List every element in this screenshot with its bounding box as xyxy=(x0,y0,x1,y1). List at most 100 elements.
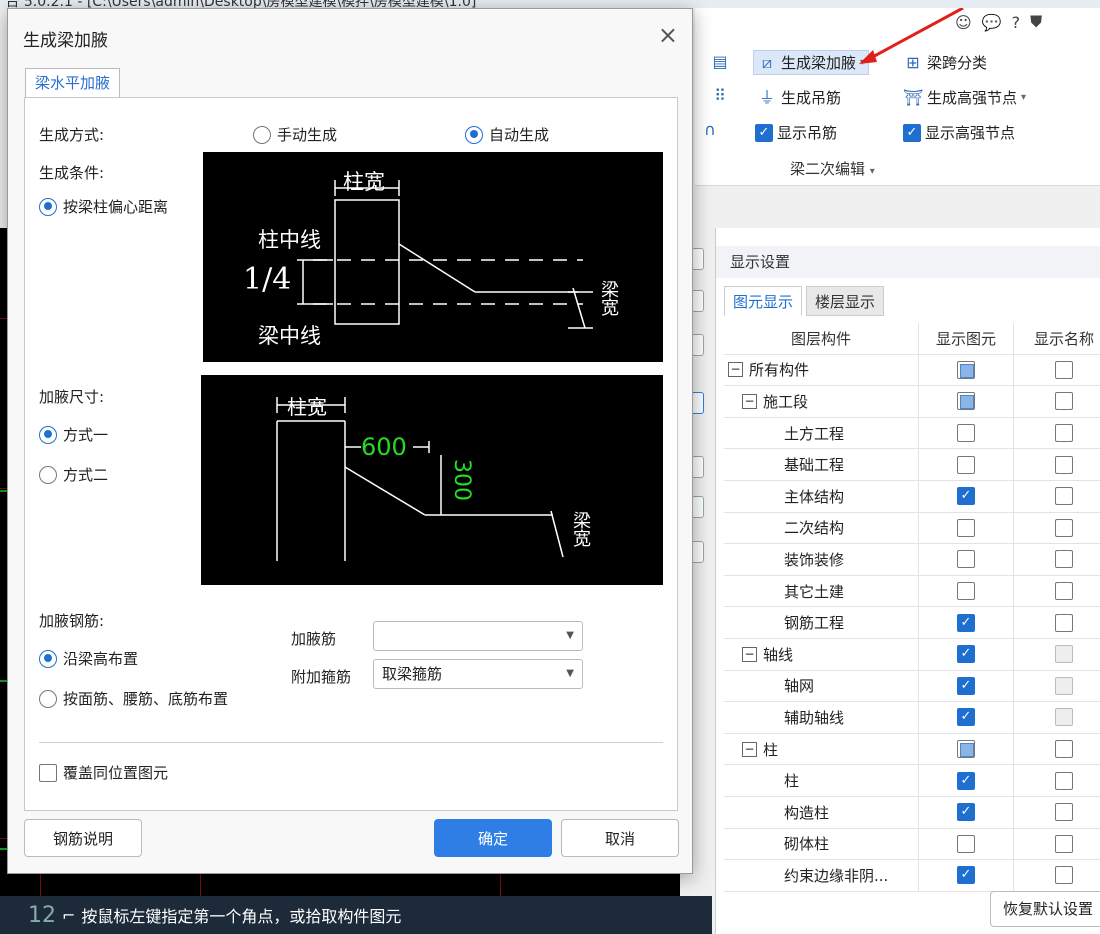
shirt-icon[interactable]: ⛊ xyxy=(1030,12,1042,32)
extra-stirrup-select[interactable]: 取梁箍筋 ▼ xyxy=(373,659,583,689)
collapse-toggle-icon[interactable]: − xyxy=(742,741,757,757)
divider xyxy=(39,742,663,743)
table-row[interactable]: 砌体柱 xyxy=(724,828,1100,861)
table-row[interactable]: 构造柱 ✓ xyxy=(724,796,1100,829)
table-row[interactable]: 主体结构 ✓ xyxy=(724,480,1100,513)
radio-by-bars[interactable]: 按面筋、腰筋、底筋布置 xyxy=(39,688,228,709)
overwrite-checkbox[interactable]: 覆盖同位置图元 xyxy=(39,762,168,783)
tab-floor-display[interactable]: 楼层显示 xyxy=(806,286,885,316)
show-element-checkbox[interactable] xyxy=(957,834,975,853)
radio-selected-icon xyxy=(39,425,57,444)
rebar-help-button[interactable]: 钢筋说明 xyxy=(24,819,142,857)
show-element-checkbox[interactable]: ✓ xyxy=(957,645,975,664)
show-element-checkbox[interactable] xyxy=(957,740,975,759)
show-name-checkbox[interactable] xyxy=(1055,392,1073,411)
show-name-checkbox[interactable] xyxy=(1055,771,1073,790)
show-element-checkbox[interactable] xyxy=(957,424,975,443)
tab-element-display[interactable]: 图元显示 xyxy=(724,286,803,316)
layer-name: 轴线 xyxy=(763,645,794,664)
ribbon-group-label[interactable]: 梁二次编辑 ▾ xyxy=(790,158,875,179)
table-row[interactable]: − 轴线 ✓ xyxy=(724,638,1100,671)
check-icon: ✓ xyxy=(903,123,921,142)
dialog-title: 生成梁加腋 xyxy=(23,31,108,51)
table-row[interactable]: 土方工程 xyxy=(724,417,1100,450)
radio-mode-two[interactable]: 方式二 xyxy=(39,464,108,485)
user-icon[interactable]: ☺ xyxy=(955,13,972,32)
show-name-checkbox[interactable] xyxy=(1055,582,1073,601)
gen-high-node-button[interactable]: ⛩ 生成高强节点 ▾ xyxy=(903,87,1026,108)
show-name-checkbox[interactable] xyxy=(1055,455,1073,474)
show-name-checkbox[interactable] xyxy=(1055,803,1073,822)
cancel-button[interactable]: 取消 xyxy=(561,819,679,857)
show-name-checkbox[interactable] xyxy=(1055,518,1073,537)
radio-eccentric[interactable]: 按梁柱偏心距离 xyxy=(39,196,168,217)
ribbon-side-icon[interactable]: ∩ xyxy=(700,120,720,140)
show-element-checkbox[interactable]: ✓ xyxy=(957,866,975,885)
gen-hanger-button[interactable]: ⏚ 生成吊筋 xyxy=(757,87,841,108)
panel-tabs: 图元显示 楼层显示 xyxy=(724,286,885,316)
show-element-checkbox[interactable] xyxy=(957,550,975,569)
collapse-toggle-icon[interactable]: − xyxy=(742,393,757,409)
table-row[interactable]: 基础工程 xyxy=(724,449,1100,481)
table-row[interactable]: 辅助轴线 ✓ xyxy=(724,702,1100,734)
label-dim-300: 300 xyxy=(449,459,474,501)
show-element-cell xyxy=(919,386,1014,417)
radio-mode-one[interactable]: 方式一 xyxy=(39,424,108,445)
show-element-checkbox[interactable]: ✓ xyxy=(957,676,975,695)
radio-manual[interactable]: 手动生成 xyxy=(253,124,337,145)
show-name-checkbox[interactable] xyxy=(1055,424,1073,443)
show-element-checkbox[interactable] xyxy=(957,582,975,601)
table-row[interactable]: 装饰装修 xyxy=(724,544,1100,576)
show-element-checkbox[interactable] xyxy=(957,392,975,411)
panel-title: 显示设置 xyxy=(716,246,1100,278)
help-icon[interactable]: ? xyxy=(1012,13,1021,32)
show-name-checkbox[interactable] xyxy=(1055,360,1073,379)
ribbon-side-icon[interactable]: ⠿ xyxy=(710,86,730,106)
show-name-checkbox[interactable] xyxy=(1055,740,1073,759)
table-row[interactable]: 约束边缘非阴... ✓ xyxy=(724,860,1100,892)
close-icon[interactable]: × xyxy=(658,21,678,49)
restore-default-button[interactable]: 恢复默认设置 xyxy=(990,891,1100,927)
show-element-checkbox[interactable]: ✓ xyxy=(957,771,975,790)
radio-auto[interactable]: 自动生成 xyxy=(465,124,549,145)
table-row[interactable]: − 柱 xyxy=(724,733,1100,766)
show-name-checkbox[interactable] xyxy=(1055,866,1073,885)
show-name-cell xyxy=(1014,418,1100,449)
gen-haunch-button[interactable]: ⧄ 生成梁加腋 ▾ xyxy=(753,50,870,75)
table-row[interactable]: 二次结构 xyxy=(724,512,1100,545)
table-row[interactable]: − 施工段 xyxy=(724,386,1100,418)
chevron-down-icon: ▾ xyxy=(1021,92,1027,103)
show-name-checkbox[interactable] xyxy=(1055,550,1073,569)
show-hanger-checkbox[interactable]: ✓ 显示吊筋 xyxy=(755,122,837,143)
table-row[interactable]: 柱 ✓ xyxy=(724,765,1100,797)
show-name-checkbox[interactable] xyxy=(1055,834,1073,853)
show-high-node-checkbox[interactable]: ✓ 显示高强节点 xyxy=(903,122,1015,143)
ribbon-side-icon[interactable]: ▤ xyxy=(710,52,730,72)
show-name-checkbox[interactable] xyxy=(1055,708,1073,727)
table-row[interactable]: 轴网 ✓ xyxy=(724,670,1100,703)
show-element-checkbox[interactable]: ✓ xyxy=(957,803,975,822)
show-element-checkbox[interactable]: ✓ xyxy=(957,487,975,506)
show-name-checkbox[interactable] xyxy=(1055,676,1073,695)
span-class-button[interactable]: ⊞ 梁跨分类 xyxy=(903,52,987,73)
show-element-checkbox[interactable] xyxy=(957,360,975,379)
chat-icon[interactable]: 💬 xyxy=(982,13,1002,32)
show-element-checkbox[interactable]: ✓ xyxy=(957,613,975,632)
ok-button[interactable]: 确定 xyxy=(434,819,552,857)
show-element-checkbox[interactable]: ✓ xyxy=(957,708,975,727)
haunch-bar-select[interactable]: ▼ xyxy=(373,621,583,651)
show-element-checkbox[interactable] xyxy=(957,518,975,537)
table-row[interactable]: − 所有构件 xyxy=(724,354,1100,387)
collapse-toggle-icon[interactable]: − xyxy=(728,362,743,378)
table-row[interactable]: 其它土建 xyxy=(724,575,1100,608)
show-name-checkbox[interactable] xyxy=(1055,645,1073,664)
show-element-checkbox[interactable] xyxy=(957,455,975,474)
table-row[interactable]: 钢筋工程 ✓ xyxy=(724,607,1100,639)
collapse-toggle-icon[interactable]: − xyxy=(742,646,757,662)
show-hanger-label: 显示吊筋 xyxy=(777,124,838,142)
radio-along-beam-height[interactable]: 沿梁高布置 xyxy=(39,648,138,669)
tab-horizontal-haunch[interactable]: 梁水平加腋 xyxy=(25,68,121,98)
label-beam-width-2: 梁宽 xyxy=(570,511,591,547)
show-name-checkbox[interactable] xyxy=(1055,613,1073,632)
show-name-checkbox[interactable] xyxy=(1055,487,1073,506)
